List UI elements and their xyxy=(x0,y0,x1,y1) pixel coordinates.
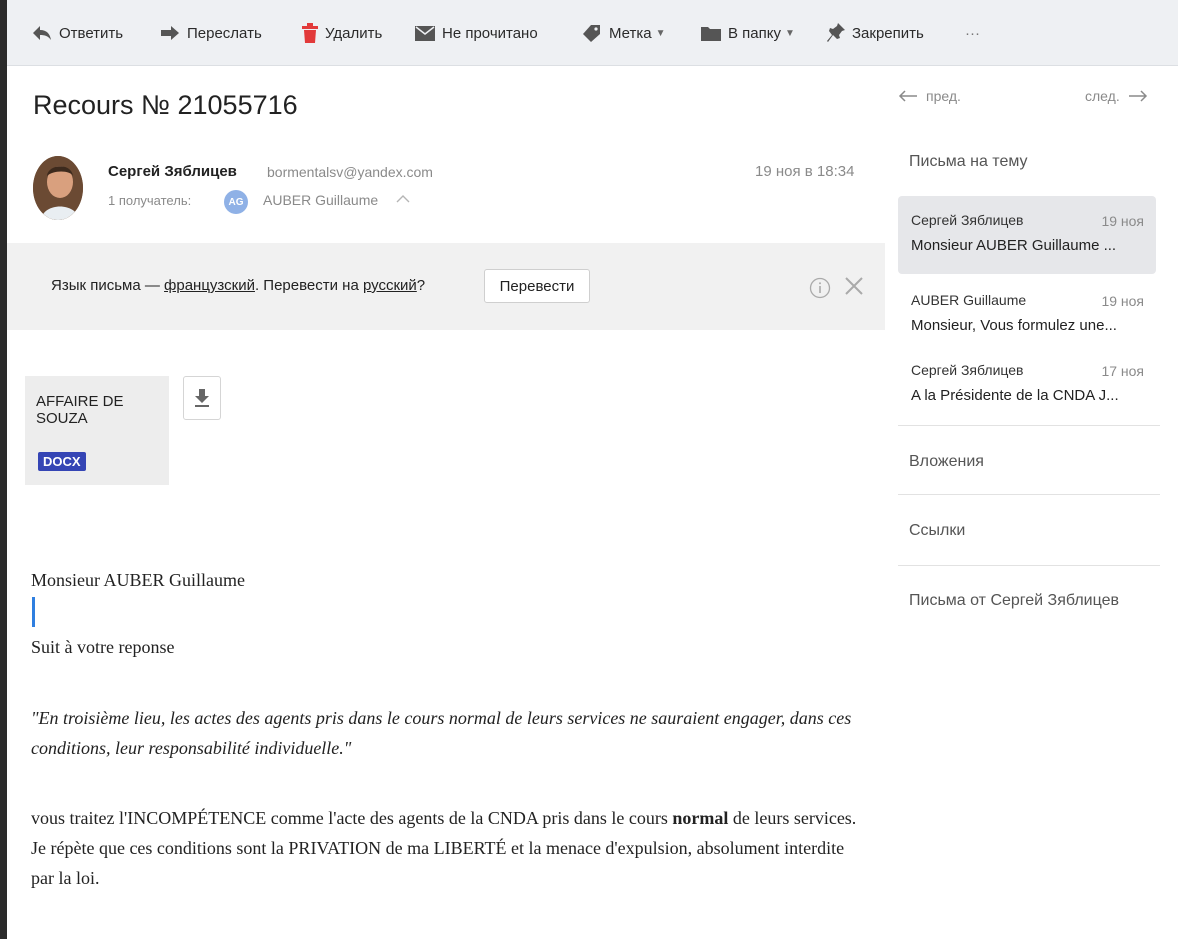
thread-item-date: 19 ноя xyxy=(1101,293,1144,309)
source-language-link[interactable]: французский xyxy=(164,277,255,294)
thread-item-snippet: Monsieur AUBER Guillaume ... xyxy=(911,237,1117,254)
recipient-avatar: AG xyxy=(224,190,248,214)
body-paragraph: vous traitez l'INCOMPÉTENCE comme l'acte… xyxy=(31,803,861,893)
divider xyxy=(898,565,1160,566)
next-label: след. xyxy=(1085,88,1120,104)
move-to-folder-dropdown[interactable]: В папку ▼ xyxy=(701,22,795,44)
body-quote: "En troisième lieu, les actes des agents… xyxy=(31,708,852,758)
attachment-name: AFFAIRE DE SOUZA xyxy=(36,393,124,427)
attachment-card[interactable]: AFFAIRE DE SOUZA DOCX xyxy=(25,376,169,485)
prev-message-link[interactable]: пред. xyxy=(898,88,961,104)
thread-item-date: 19 ноя xyxy=(1101,213,1144,229)
translate-middle: . Перевести на xyxy=(254,277,363,294)
text-cursor xyxy=(32,597,35,627)
chevron-down-icon: ▼ xyxy=(655,27,666,39)
paragraph-bold: normal xyxy=(672,808,729,828)
toolbar: Ответить Переслать Удалить Не прочитано … xyxy=(7,0,1178,66)
translate-prefix: Язык письма — xyxy=(51,277,165,294)
chevron-up-icon[interactable] xyxy=(396,193,410,207)
label-dropdown[interactable]: Метка ▼ xyxy=(582,22,666,44)
delete-label: Удалить xyxy=(325,24,383,42)
reply-button[interactable]: Ответить xyxy=(32,22,123,44)
chevron-down-icon: ▼ xyxy=(785,27,795,39)
file-type-badge: DOCX xyxy=(38,452,86,471)
sender-email[interactable]: bormentalsv@yandex.com xyxy=(267,164,433,180)
reply-icon xyxy=(33,26,51,40)
forward-arrow-icon xyxy=(161,26,179,40)
thread-item[interactable]: AUBER Guillaume 19 ноя Monsieur, Vous fo… xyxy=(898,276,1156,354)
attachments-section[interactable]: Вложения xyxy=(909,453,984,471)
more-dots-icon: ··· xyxy=(965,24,980,42)
body-greeting: Monsieur AUBER Guillaume xyxy=(31,570,245,590)
translate-bar: Язык письма — французский. Перевести на … xyxy=(7,243,885,330)
body-line: Suit à votre reponse xyxy=(31,637,175,657)
more-button[interactable]: ··· xyxy=(965,22,980,44)
download-icon xyxy=(195,389,209,407)
thread-item-from: Сергей Зяблицев xyxy=(911,362,1024,378)
thread-item-from: Сергей Зяблицев xyxy=(911,212,1024,228)
thread-heading: Письма на тему xyxy=(909,153,1028,170)
window-edge xyxy=(0,0,7,939)
next-message-link[interactable]: след. xyxy=(1085,88,1148,104)
thread-item-date: 17 ноя xyxy=(1101,363,1144,379)
thread-item[interactable]: Сергей Зяблицев 19 ноя Monsieur AUBER Gu… xyxy=(898,196,1156,274)
forward-label: Переслать xyxy=(187,24,262,42)
folder-icon xyxy=(701,27,721,41)
recipients-label: 1 получатель: xyxy=(108,193,192,208)
arrow-right-icon xyxy=(1128,90,1147,102)
delete-button[interactable]: Удалить xyxy=(302,22,382,44)
download-button[interactable] xyxy=(183,376,221,420)
thread-item-snippet: Monsieur, Vous formulez une... xyxy=(911,317,1117,334)
thread-item-snippet: A la Présidente de la CNDA J... xyxy=(911,387,1119,404)
message-subject: Recours № 21055716 xyxy=(33,90,298,120)
mark-unread-button[interactable]: Не прочитано xyxy=(415,22,538,44)
tag-icon xyxy=(583,25,600,42)
translate-button[interactable]: Перевести xyxy=(484,269,590,303)
info-icon[interactable] xyxy=(809,277,831,299)
label-text: Метка xyxy=(609,24,652,42)
translate-suffix: ? xyxy=(416,277,426,294)
pin-icon xyxy=(827,23,845,42)
forward-button[interactable]: Переслать xyxy=(160,22,262,44)
reply-label: Ответить xyxy=(59,24,124,42)
thread-item-from: AUBER Guillaume xyxy=(911,292,1027,308)
message-date: 19 ноя в 18:34 xyxy=(755,163,855,180)
arrow-left-icon xyxy=(898,90,917,102)
sender-messages-section[interactable]: Письма от Сергей Зяблицев xyxy=(909,592,1119,610)
target-language-link[interactable]: русский xyxy=(363,277,417,294)
sender-avatar[interactable] xyxy=(33,156,83,220)
envelope-icon xyxy=(415,25,435,41)
links-section[interactable]: Ссылки xyxy=(909,522,965,540)
folder-label: В папку xyxy=(728,24,781,42)
trash-icon xyxy=(302,23,318,43)
pin-button[interactable]: Закрепить xyxy=(827,22,924,44)
sender-name[interactable]: Сергей Зяблицев xyxy=(108,163,237,180)
divider xyxy=(898,425,1160,426)
unread-label: Не прочитано xyxy=(442,24,538,42)
pin-label: Закрепить xyxy=(852,24,924,42)
recipient-name[interactable]: AUBER Guillaume xyxy=(263,192,378,208)
avatar-photo xyxy=(33,156,83,220)
thread-item[interactable]: Сергей Зяблицев 17 ноя A la Présidente d… xyxy=(898,346,1156,424)
close-icon[interactable] xyxy=(843,275,865,297)
prev-label: пред. xyxy=(926,88,961,104)
divider xyxy=(898,494,1160,495)
paragraph-text: vous traitez l'INCOMPÉTENCE comme l'acte… xyxy=(31,808,673,828)
translate-message: Язык письма — французский. Перевести на … xyxy=(51,277,425,294)
